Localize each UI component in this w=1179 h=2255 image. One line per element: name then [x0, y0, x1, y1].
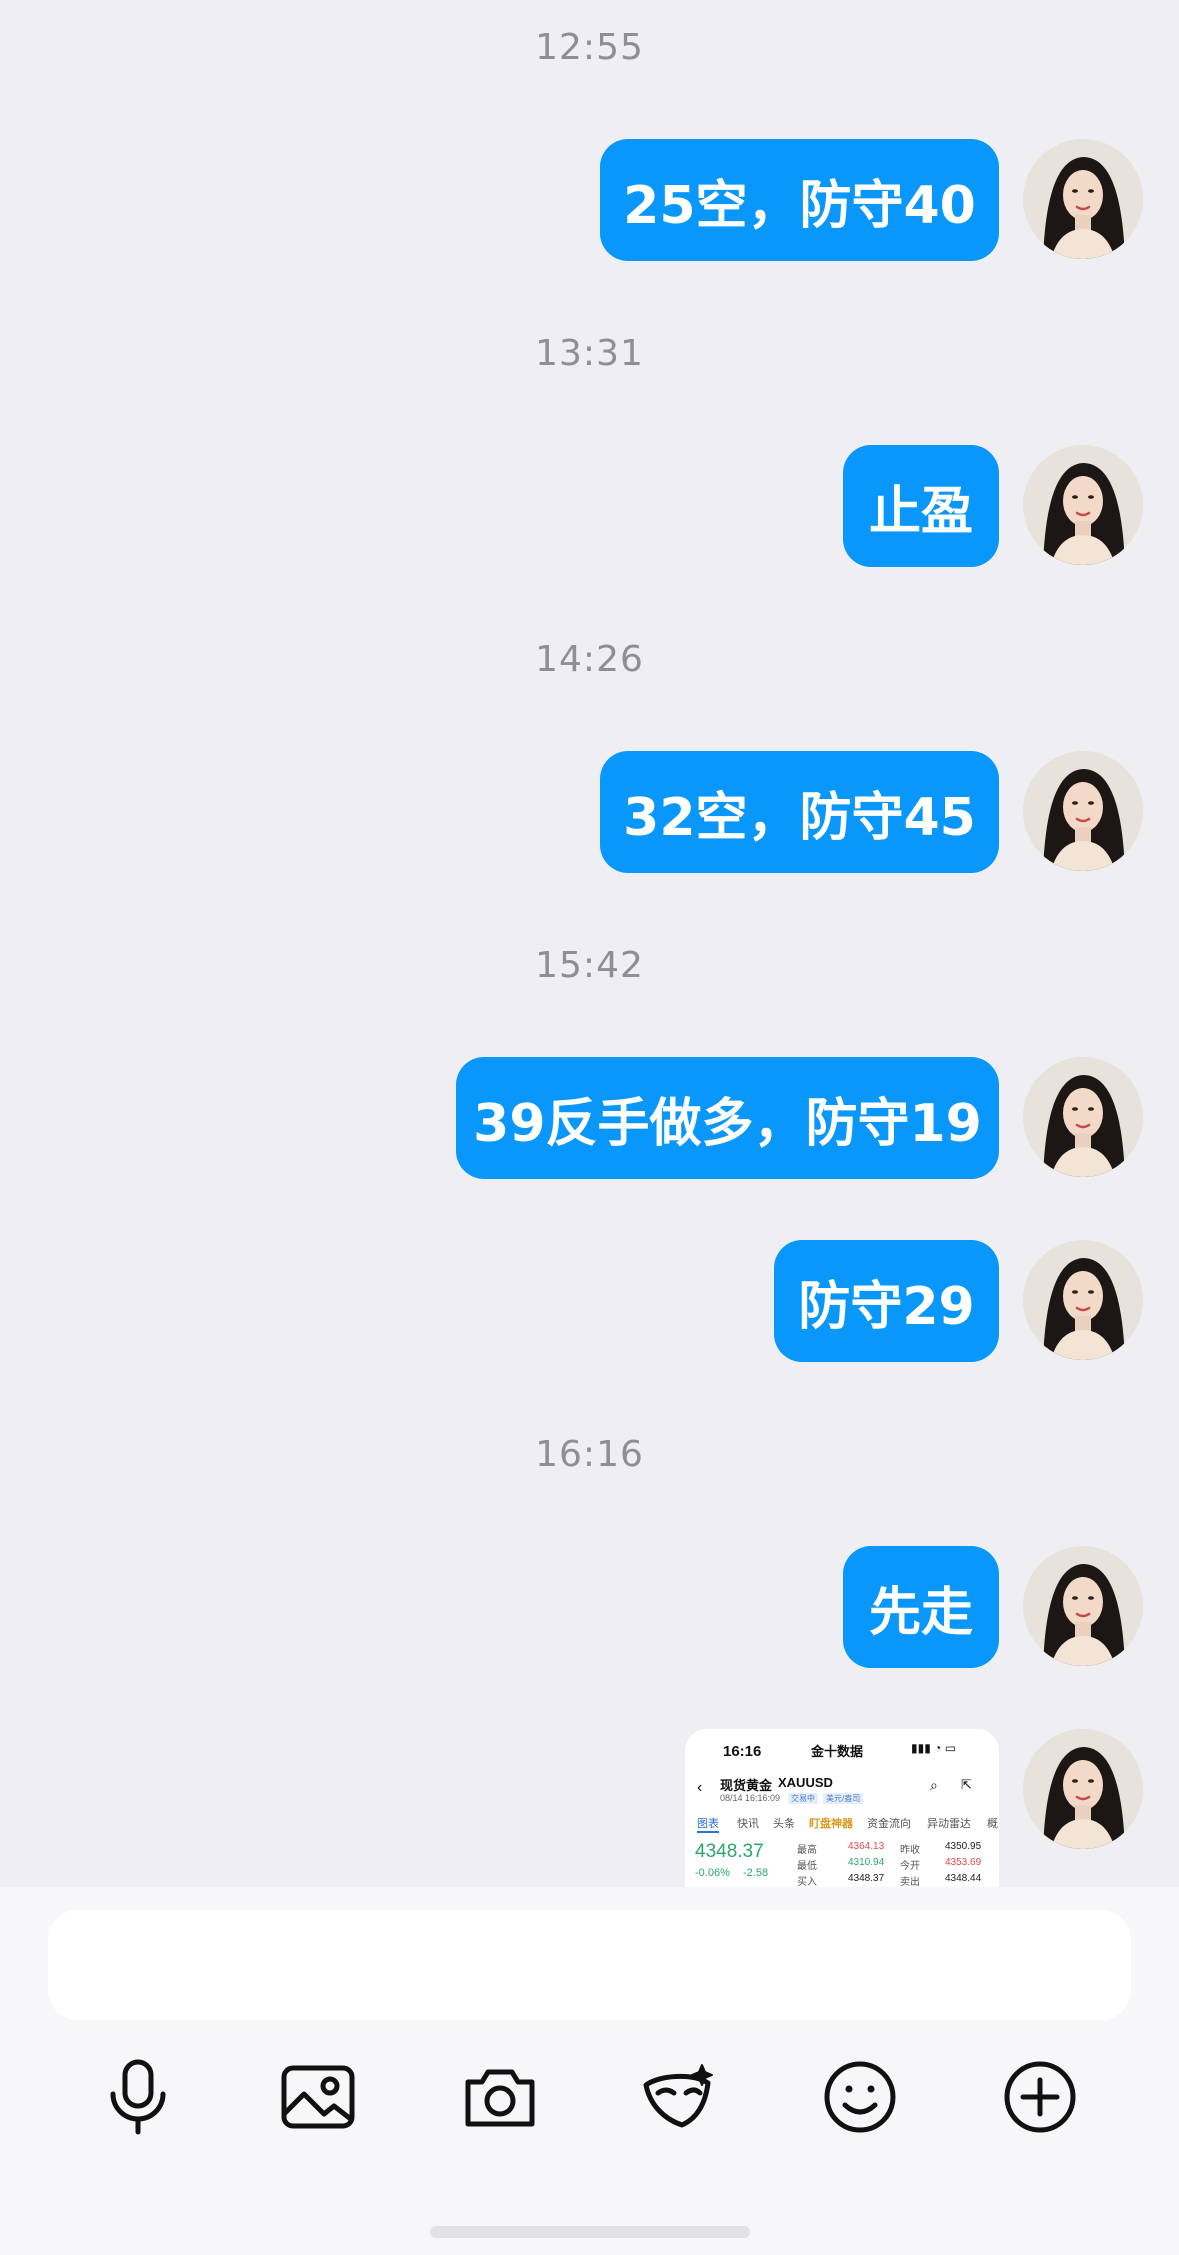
avatar[interactable]: [1023, 445, 1143, 565]
camera-button[interactable]: [455, 2052, 545, 2142]
microphone-button[interactable]: [93, 2052, 183, 2142]
back-icon: ‹: [697, 1779, 703, 1796]
instrument-symbol: XAUUSD: [778, 1775, 833, 1790]
timestamp: 15:42: [535, 945, 644, 986]
avatar[interactable]: [1023, 1729, 1143, 1849]
stat-value: 4348.44: [945, 1873, 982, 1884]
stat-label: 昨收: [900, 1845, 920, 1856]
message-bubble[interactable]: 32空，防守45: [600, 751, 999, 873]
timestamp: 14:26: [535, 639, 644, 680]
tab: 概: [987, 1818, 998, 1830]
message-bubble[interactable]: 39反手做多，防守19: [456, 1057, 999, 1179]
stat-value: 4353.69: [945, 1857, 982, 1868]
tab: 盯盘神器: [809, 1818, 853, 1830]
signal-icon: ▮▮▮ ◔ ▭: [911, 1741, 957, 1755]
avatar[interactable]: [1023, 751, 1143, 871]
message-bubble[interactable]: 先走: [843, 1546, 999, 1668]
stat-value: 4364.13: [848, 1841, 885, 1852]
avatar[interactable]: [1023, 139, 1143, 259]
tab: 快讯: [737, 1818, 759, 1830]
emoji-button[interactable]: [815, 2052, 905, 2142]
stat-value: 4310.94: [848, 1857, 885, 1868]
stat-label: 最低: [797, 1861, 817, 1872]
stat-value: 4350.95: [945, 1841, 982, 1852]
microphone-icon: [110, 2059, 166, 2135]
image-button[interactable]: [273, 2052, 363, 2142]
message-bubble[interactable]: 止盈: [843, 445, 999, 567]
stat-label: 买入: [797, 1877, 817, 1887]
emoji-icon: [824, 2061, 896, 2133]
stat-value: 4348.37: [848, 1873, 885, 1884]
message-bubble[interactable]: 防守29: [774, 1240, 999, 1362]
search-icon: ⌕: [930, 1777, 938, 1793]
tab: 图表: [697, 1818, 719, 1830]
instrument-title: 现货黄金: [720, 1778, 773, 1793]
timestamp: 13:31: [535, 333, 644, 374]
change: -2.58: [743, 1867, 769, 1879]
stat-label: 今开: [900, 1861, 920, 1872]
change-pct: -0.06%: [695, 1867, 730, 1879]
app-name: 金十数据: [811, 1744, 864, 1759]
avatar[interactable]: [1023, 1057, 1143, 1177]
mask-icon: [643, 2064, 713, 2128]
plus-icon: [1004, 2061, 1076, 2133]
message-bubble[interactable]: 25空，防守40: [600, 139, 999, 261]
image-icon: [281, 2065, 355, 2129]
tab: 资金流向: [867, 1818, 911, 1830]
tab: 头条: [773, 1818, 795, 1830]
badge-unit: 美元/盎司: [823, 1793, 864, 1804]
price: 4348.37: [695, 1841, 764, 1862]
timestamp: 12:55: [535, 27, 644, 68]
tab: 异动雷达: [927, 1818, 971, 1830]
image-message[interactable]: 16:16 金十数据 ▮▮▮ ◔ ▭ ‹ 现货黄金 XAUUSD 08/14 1…: [685, 1729, 999, 1887]
timestamp: 16:16: [535, 1434, 644, 1475]
home-indicator: [430, 2226, 750, 2238]
subtitle-time: 08/14 16:16:09: [720, 1793, 781, 1803]
stat-label: 最高: [797, 1845, 817, 1856]
message-input[interactable]: [48, 1910, 1131, 2020]
share-icon: ⇱: [961, 1777, 972, 1792]
stat-label: 卖出: [900, 1877, 920, 1887]
avatar[interactable]: [1023, 1240, 1143, 1360]
mask-button[interactable]: [635, 2052, 725, 2142]
input-bar: [0, 1887, 1179, 2255]
camera-icon: [465, 2069, 535, 2127]
plus-button[interactable]: [995, 2052, 1085, 2142]
status-time: 16:16: [723, 1743, 762, 1760]
badge-trading: 交易中: [788, 1793, 818, 1804]
avatar[interactable]: [1023, 1546, 1143, 1666]
